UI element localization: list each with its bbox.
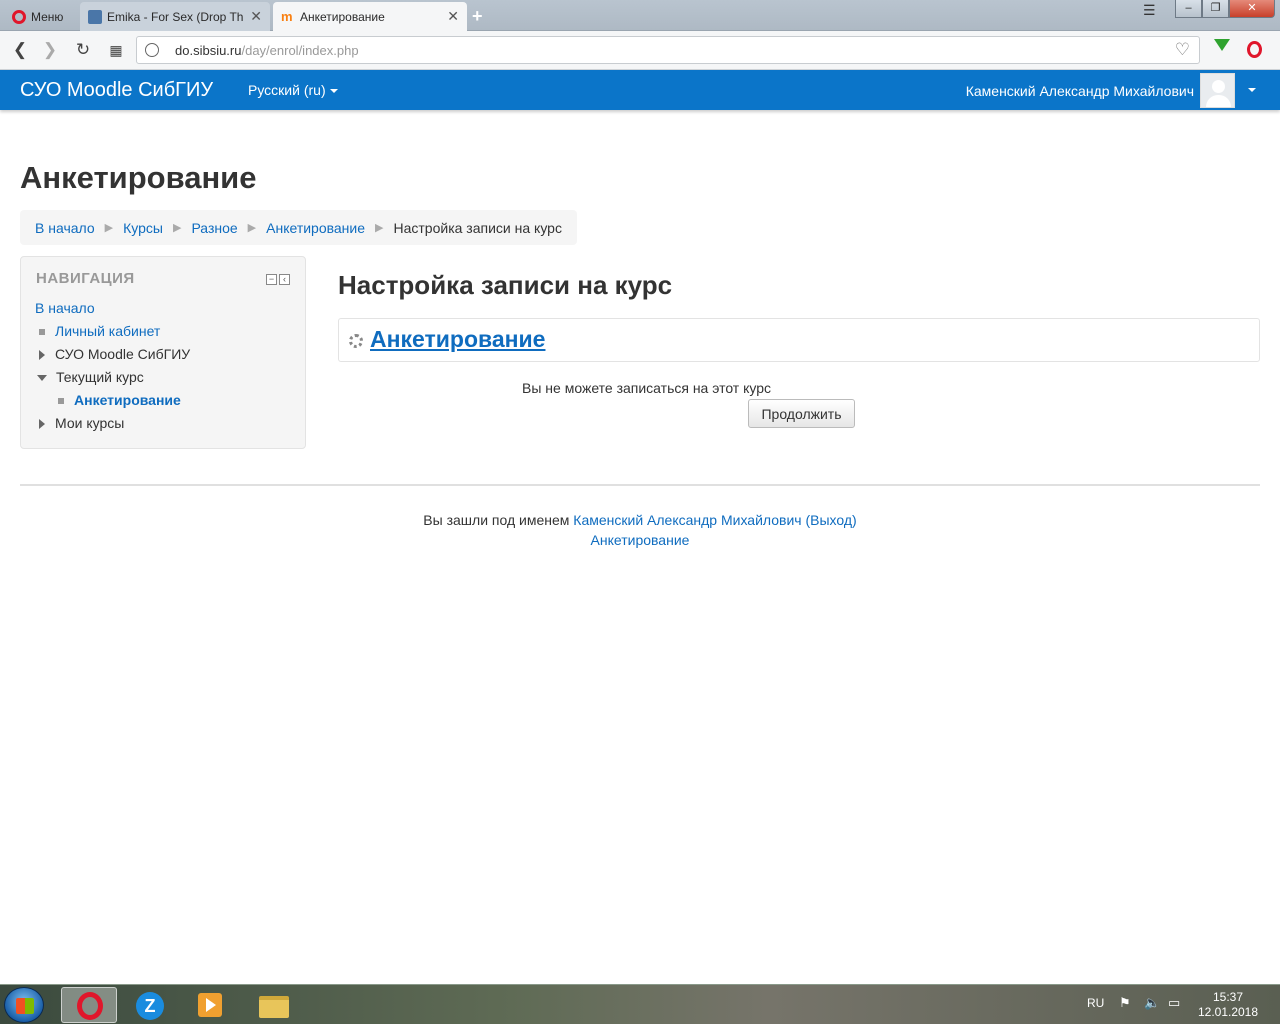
browser-tab-bar: Меню Emika - For Sex (Drop The ✕ m Анкет…	[0, 0, 1280, 31]
taskbar-explorer[interactable]	[245, 987, 301, 1023]
start-button[interactable]	[4, 987, 44, 1023]
action-center-flag-icon[interactable]: ⚑	[1119, 995, 1131, 1024]
address-toolbar: ❮ ❯ ↻ ▦ do.sibsiu.ru/day/enrol/index.php…	[0, 31, 1280, 70]
clock[interactable]: 15:37 12.01.2018	[1195, 990, 1261, 1020]
tab-close-icon[interactable]: ✕	[441, 8, 459, 25]
navigation-block-title: НАВИГАЦИЯ	[36, 270, 135, 287]
tab-title: Анкетирование	[300, 9, 385, 24]
clock-time: 15:37	[1212, 990, 1244, 1004]
opera-logo-icon	[12, 9, 26, 24]
breadcrumb-separator-icon: ▶	[375, 222, 384, 234]
dock-block-icon[interactable]: ‹	[279, 274, 290, 285]
volume-icon[interactable]: 🔈	[1144, 995, 1160, 1024]
bullet-icon	[39, 329, 45, 336]
collapse-arrow-icon	[37, 375, 47, 382]
login-info: Вы зашли под именем Каменский Александр …	[0, 512, 1280, 528]
nav-item-site[interactable]: СУО Moodle СибГИУ	[39, 346, 190, 362]
tab-title: Emika - For Sex (Drop The	[107, 9, 245, 24]
forward-arrow-icon[interactable]: ❯	[40, 40, 60, 60]
navigation-block: НАВИГАЦИЯ − ‹ В начало Личный кабинет СУ…	[20, 256, 306, 449]
course-name-link[interactable]: Анкетирование	[370, 326, 545, 353]
footer-course-link[interactable]: Анкетирование	[591, 532, 690, 548]
breadcrumb-course[interactable]: Анкетирование	[266, 220, 365, 236]
avatar[interactable]	[1200, 73, 1235, 108]
globe-icon	[145, 43, 159, 57]
user-menu-name[interactable]: Каменский Александр Михайлович	[966, 83, 1194, 99]
download-arrow-icon[interactable]	[1214, 39, 1230, 51]
enrol-notice: Вы не можете записаться на этот курс	[522, 380, 772, 396]
site-brand-link[interactable]: СУО Moodle СибГИУ	[20, 79, 213, 102]
back-arrow-icon[interactable]: ❮	[10, 40, 30, 60]
folder-icon	[259, 996, 289, 1018]
nav-item-my-courses[interactable]: Мои курсы	[39, 415, 124, 431]
page-title: Анкетирование	[20, 160, 257, 195]
enrolment-heading: Настройка записи на курс	[338, 270, 673, 300]
login-info-prefix: Вы зашли под именем	[423, 512, 570, 528]
logout-link[interactable]: (Выход)	[805, 512, 856, 528]
tab-menu-icon[interactable]: ☰	[1143, 2, 1156, 19]
breadcrumb-courses[interactable]: Курсы	[123, 220, 163, 236]
bookmark-heart-icon[interactable]: ♡	[1175, 40, 1190, 60]
nav-item-current-course[interactable]: Текущий курс	[37, 369, 144, 385]
breadcrumb-separator-icon: ▶	[104, 222, 114, 234]
nav-item-dashboard[interactable]: Личный кабинет	[39, 323, 160, 339]
taskbar-opera[interactable]	[61, 987, 117, 1023]
block-controls: − ‹	[266, 274, 290, 285]
expand-arrow-icon	[39, 419, 45, 430]
breadcrumb-separator-icon: ▶	[247, 222, 257, 234]
moodle-favicon-icon: m	[281, 8, 293, 24]
opera-menu-button[interactable]: Меню	[4, 2, 76, 31]
reload-icon[interactable]: ↻	[73, 40, 93, 60]
clock-date: 12.01.2018	[1197, 1005, 1259, 1019]
tray-language[interactable]: RU	[1087, 996, 1104, 1024]
speed-dial-grid-icon[interactable]: ▦	[106, 42, 126, 59]
windows-logo-icon	[16, 998, 34, 1014]
user-menu-caret-icon[interactable]	[1248, 88, 1256, 92]
footer-course: Анкетирование	[0, 532, 1280, 548]
nav-item-home[interactable]: В начало	[35, 300, 95, 316]
course-icon	[349, 334, 363, 348]
breadcrumb-misc[interactable]: Разное	[191, 220, 237, 236]
vk-favicon-icon	[88, 9, 102, 24]
menu-label: Меню	[31, 9, 64, 24]
language-label: Русский (ru)	[248, 82, 326, 98]
tab-close-icon[interactable]: ✕	[244, 8, 262, 25]
network-icon[interactable]: ▭	[1168, 995, 1180, 1024]
course-box: Анкетирование	[338, 318, 1260, 362]
footer-user-link[interactable]: Каменский Александр Михайлович	[573, 512, 801, 528]
taskbar-zona[interactable]: Z	[122, 987, 178, 1023]
url-text: do.sibsiu.ru/day/enrol/index.php	[175, 43, 359, 58]
restore-button[interactable]: ❐	[1202, 0, 1229, 18]
breadcrumb-separator-icon: ▶	[172, 222, 182, 234]
windows-taskbar: Z RU ⚑ 🔈 ▭ 15:37 12.01.2018	[0, 984, 1280, 1024]
zona-icon: Z	[136, 992, 164, 1020]
moodle-navbar: СУО Moodle СибГИУ Русский (ru) Каменский…	[0, 70, 1280, 110]
language-menu[interactable]: Русский (ru)	[248, 82, 338, 98]
new-tab-plus-icon[interactable]: +	[472, 6, 483, 27]
tab-emika[interactable]: Emika - For Sex (Drop The ✕	[80, 2, 270, 31]
continue-button[interactable]: Продолжить	[748, 399, 855, 428]
breadcrumb-current: Настройка записи на курс	[393, 219, 562, 236]
close-window-button[interactable]: ✕	[1229, 0, 1275, 18]
tab-anketirovanie[interactable]: m Анкетирование ✕	[273, 2, 467, 31]
caret-down-icon	[329, 89, 338, 94]
nav-item-course[interactable]: Анкетирование	[58, 392, 181, 408]
footer-divider	[20, 484, 1260, 486]
breadcrumb: В начало ▶ Курсы ▶ Разное ▶ Анкетировани…	[20, 210, 577, 245]
bullet-icon	[58, 398, 64, 405]
url-field[interactable]: do.sibsiu.ru/day/enrol/index.php ♡	[136, 36, 1200, 64]
collapse-block-icon[interactable]: −	[266, 274, 277, 285]
minimize-button[interactable]: –	[1175, 0, 1202, 18]
opera-icon	[77, 992, 103, 1020]
media-player-icon	[198, 993, 222, 1017]
breadcrumb-home[interactable]: В начало	[35, 220, 95, 236]
window-controls: – ❐ ✕	[1175, 0, 1275, 20]
expand-arrow-icon	[39, 350, 45, 361]
opera-menu-icon[interactable]	[1247, 41, 1262, 58]
taskbar-media-player[interactable]	[183, 987, 239, 1023]
